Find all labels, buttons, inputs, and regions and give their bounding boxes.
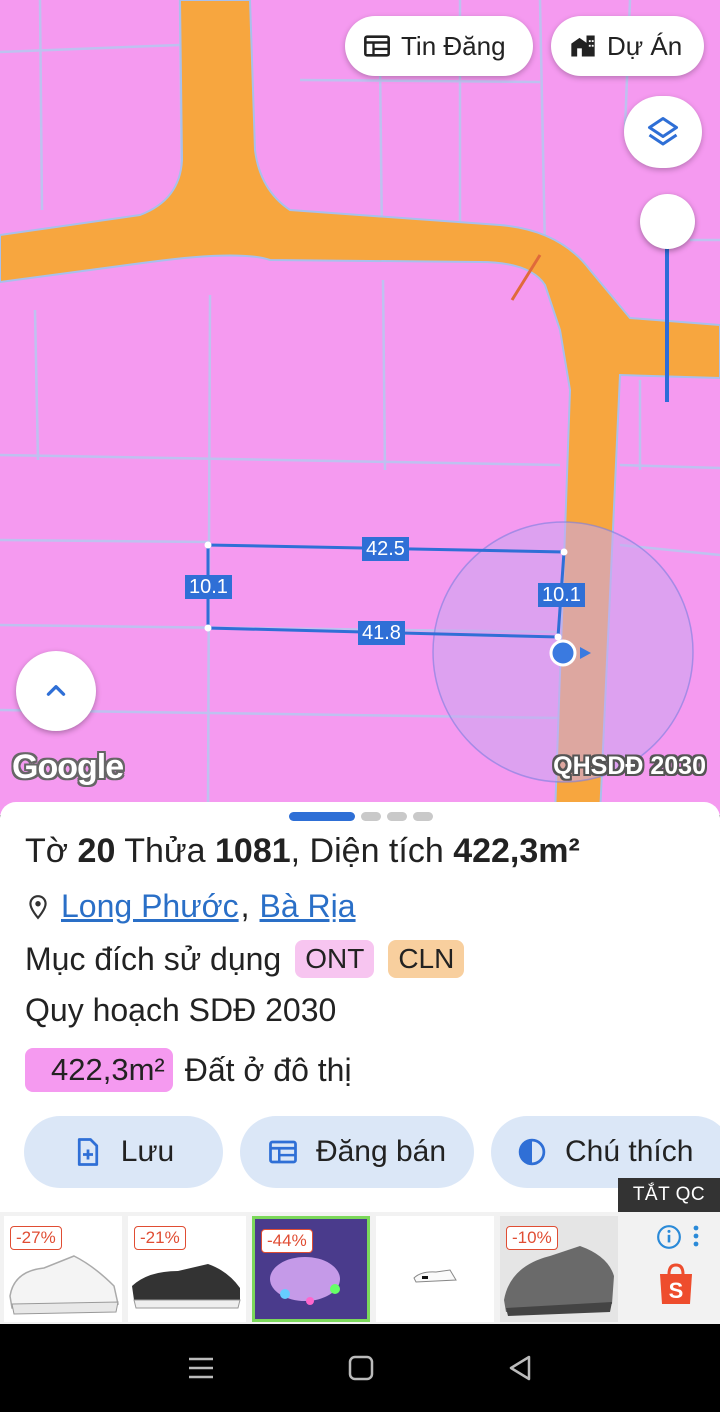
action-buttons: Lưu Đăng bán Chú thích <box>24 1116 720 1188</box>
ad-product[interactable] <box>376 1216 494 1322</box>
dimension-label-top: 42.5 <box>362 537 409 561</box>
shopee-ad-info[interactable]: S <box>652 1218 712 1322</box>
info-icon[interactable] <box>656 1224 682 1250</box>
planning-area-type: Đất ở đô thị <box>184 1051 352 1088</box>
map-canvas <box>0 0 720 815</box>
discount-badge: -27% <box>10 1226 62 1250</box>
du-an-label: Dự Án <box>607 30 683 61</box>
location-separator: , <box>240 888 250 924</box>
lot-label: Thửa <box>124 832 206 870</box>
post-sale-button[interactable]: Đăng bán <box>240 1116 474 1188</box>
add-file-icon <box>77 1138 98 1166</box>
ad-product[interactable]: -44% <box>252 1216 370 1322</box>
home-icon[interactable] <box>348 1355 374 1381</box>
contrast-icon <box>518 1138 546 1166</box>
tin-dang-label: Tin Đăng <box>401 30 506 61</box>
city-link[interactable]: Bà Rịa <box>260 888 356 925</box>
page-dot <box>361 812 381 821</box>
plan-layer-label: QHSDĐ 2030 <box>553 752 706 780</box>
ward-link[interactable]: Long Phước <box>61 888 239 925</box>
layers-button[interactable] <box>624 96 702 168</box>
sheet-label: Tờ <box>25 832 69 870</box>
discount-badge: -10% <box>506 1226 558 1250</box>
sneaker-image <box>413 1269 457 1283</box>
layers-icon <box>648 117 678 146</box>
land-use-tag-cln[interactable]: CLN <box>388 940 465 978</box>
land-use-purpose: Mục đích sử dụng ONT CLN <box>25 940 465 978</box>
more-vert-icon[interactable] <box>690 1224 702 1250</box>
location-pin-icon <box>29 894 47 919</box>
page-dot <box>387 812 407 821</box>
page-dot <box>289 812 355 821</box>
sheet-number: 20 <box>77 832 116 870</box>
close-ads-button[interactable]: TẮT QC <box>618 1178 720 1212</box>
save-label: Lưu <box>120 1135 175 1168</box>
save-button[interactable]: Lưu <box>24 1116 223 1188</box>
planning-area-chip: 422,3m² <box>25 1048 173 1092</box>
purpose-label: Mục đích sử dụng <box>25 940 282 977</box>
building-icon <box>571 35 595 57</box>
ad-banner[interactable]: -27% -21% -44% -10% S <box>0 1212 720 1324</box>
opacity-slider-knob[interactable] <box>640 194 695 249</box>
menu-icon[interactable] <box>187 1356 215 1380</box>
dimension-label-bottom: 41.8 <box>358 621 405 645</box>
list-icon <box>364 35 390 57</box>
location: Long Phước, Bà Rịa <box>25 888 356 925</box>
system-nav-bar <box>0 1324 720 1412</box>
discount-badge: -44% <box>261 1229 313 1253</box>
shopee-icon: S <box>660 1263 692 1304</box>
area-label: , Diện tích <box>290 832 444 870</box>
area-value: 422,3m² <box>453 832 580 870</box>
page-dot <box>413 812 433 821</box>
ad-product[interactable]: -10% <box>500 1216 618 1322</box>
chevron-up-icon <box>46 685 66 696</box>
lot-number: 1081 <box>215 832 291 870</box>
tin-dang-button[interactable]: Tin Đăng <box>345 16 533 76</box>
google-logo: Google <box>12 748 124 786</box>
legend-label: Chú thích <box>565 1135 694 1168</box>
planning-title: Quy hoạch SDĐ 2030 <box>25 992 337 1028</box>
du-an-button[interactable]: Dự Án <box>551 16 704 76</box>
map-view[interactable]: 42.5 41.8 10.1 10.1 Tin Đăng Dự Án Googl… <box>0 0 720 815</box>
post-sale-label: Đăng bán <box>315 1135 447 1168</box>
svg-text:S: S <box>669 1278 684 1303</box>
list-icon <box>269 1140 297 1164</box>
dimension-label-right: 10.1 <box>538 583 585 607</box>
opacity-slider-track[interactable] <box>665 222 669 402</box>
planning-area-row: 422,3m² Đất ở đô thị <box>25 1048 352 1092</box>
parcel-title: Tờ 20 Thửa 1081, Diện tích 422,3m² <box>25 832 580 871</box>
land-use-tag-ont[interactable]: ONT <box>295 940 375 978</box>
parcel-info-sheet: Tờ 20 Thửa 1081, Diện tích 422,3m² Long … <box>0 802 720 1324</box>
expand-button[interactable] <box>16 651 96 731</box>
ad-product[interactable]: -21% <box>128 1216 246 1322</box>
back-icon[interactable] <box>507 1354 533 1382</box>
ad-product[interactable]: -27% <box>4 1216 122 1322</box>
discount-badge: -21% <box>134 1226 186 1250</box>
dimension-label-left: 10.1 <box>185 575 232 599</box>
page-indicator[interactable] <box>289 812 433 821</box>
